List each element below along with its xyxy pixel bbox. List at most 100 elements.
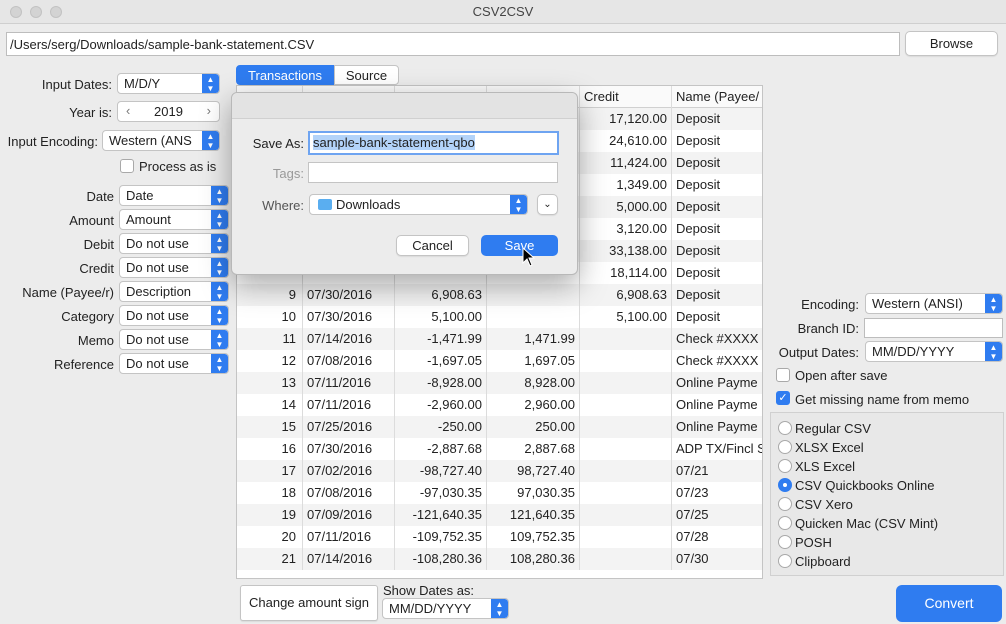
cell-debit[interactable]: 109,752.35 (487, 526, 580, 548)
format-radio[interactable] (778, 516, 792, 530)
cell-credit[interactable]: 3,120.00 (580, 218, 672, 240)
table-row[interactable]: 14 07/11/2016 -2,960.00 2,960.00 Online … (237, 394, 762, 416)
cell-index[interactable]: 12 (237, 350, 303, 372)
open-after-save-checkbox[interactable] (776, 368, 790, 382)
zoom-window-button[interactable] (50, 6, 62, 18)
table-row[interactable]: 19 07/09/2016 -121,640.35 121,640.35 07/… (237, 504, 762, 526)
input-dates-select[interactable]: M/D/Y ▲ ▼ (117, 73, 220, 94)
cell-name[interactable]: Deposit (672, 218, 762, 240)
cell-name[interactable]: Check #XXXX (672, 350, 762, 372)
cell-credit[interactable]: 11,424.00 (580, 152, 672, 174)
cell-debit[interactable]: 2,887.68 (487, 438, 580, 460)
cell-name[interactable]: ADP TX/Fincl S (672, 438, 762, 460)
cell-amount[interactable]: 6,908.63 (395, 284, 487, 306)
chevron-left-icon[interactable]: ‹ (126, 103, 130, 118)
convert-button[interactable]: Convert (896, 585, 1002, 622)
cell-credit[interactable] (580, 504, 672, 526)
save-as-input[interactable]: sample-bank-statement-qbo (308, 131, 559, 155)
mapping-select[interactable]: Do not use ▲ ▼ (119, 305, 229, 326)
cell-date[interactable]: 07/25/2016 (303, 416, 395, 438)
cell-name[interactable]: Deposit (672, 262, 762, 284)
table-row[interactable]: 11 07/14/2016 -1,471.99 1,471.99 Check #… (237, 328, 762, 350)
header-cell-name[interactable]: Name (Payee/ (672, 86, 762, 108)
cell-credit[interactable]: 5,100.00 (580, 306, 672, 328)
cell-name[interactable]: Online Payme (672, 372, 762, 394)
cell-date[interactable]: 07/11/2016 (303, 372, 395, 394)
table-row[interactable]: 20 07/11/2016 -109,752.35 109,752.35 07/… (237, 526, 762, 548)
table-row[interactable]: 9 07/30/2016 6,908.63 6,908.63 Deposit (237, 284, 762, 306)
cell-index[interactable]: 17 (237, 460, 303, 482)
cell-debit[interactable]: 1,697.05 (487, 350, 580, 372)
cell-credit[interactable] (580, 394, 672, 416)
output-dates-select[interactable]: MM/DD/YYYY ▲ ▼ (865, 341, 1003, 362)
cell-amount[interactable]: -97,030.35 (395, 482, 487, 504)
cell-name[interactable]: 07/23 (672, 482, 762, 504)
close-window-button[interactable] (10, 6, 22, 18)
cell-credit[interactable]: 18,114.00 (580, 262, 672, 284)
cell-amount[interactable]: 5,100.00 (395, 306, 487, 328)
cell-amount[interactable]: -109,752.35 (395, 526, 487, 548)
cell-date[interactable]: 07/08/2016 (303, 482, 395, 504)
output-encoding-select[interactable]: Western (ANSI) ▲ ▼ (865, 293, 1003, 314)
mapping-select[interactable]: Amount ▲ ▼ (119, 209, 229, 230)
cell-credit[interactable] (580, 372, 672, 394)
cell-name[interactable]: Deposit (672, 284, 762, 306)
table-row[interactable]: 18 07/08/2016 -97,030.35 97,030.35 07/23 (237, 482, 762, 504)
save-button[interactable]: Save (481, 235, 558, 256)
cell-credit[interactable] (580, 350, 672, 372)
mapping-select[interactable]: Do not use ▲ ▼ (119, 233, 229, 254)
mapping-select[interactable]: Do not use ▲ ▼ (119, 257, 229, 278)
cell-index[interactable]: 20 (237, 526, 303, 548)
cell-name[interactable]: Deposit (672, 174, 762, 196)
file-path-field[interactable]: /Users/serg/Downloads/sample-bank-statem… (6, 32, 900, 56)
change-amount-sign-button[interactable]: Change amount sign (240, 585, 378, 621)
cell-name[interactable]: 07/21 (672, 460, 762, 482)
cell-debit[interactable]: 108,280.36 (487, 548, 580, 570)
cell-date[interactable]: 07/30/2016 (303, 438, 395, 460)
cell-date[interactable]: 07/08/2016 (303, 350, 395, 372)
header-cell-credit[interactable]: Credit (580, 86, 672, 108)
expand-dialog-button[interactable]: ⌄ (537, 194, 558, 215)
cell-credit[interactable]: 5,000.00 (580, 196, 672, 218)
cell-date[interactable]: 07/02/2016 (303, 460, 395, 482)
cell-credit[interactable]: 6,908.63 (580, 284, 672, 306)
mapping-select[interactable]: Description ▲ ▼ (119, 281, 229, 302)
cell-credit[interactable]: 33,138.00 (580, 240, 672, 262)
tags-input[interactable] (308, 162, 558, 183)
cancel-button[interactable]: Cancel (396, 235, 469, 256)
cell-credit[interactable]: 24,610.00 (580, 130, 672, 152)
branch-id-input[interactable] (864, 318, 1003, 338)
cell-amount[interactable]: -250.00 (395, 416, 487, 438)
cell-debit[interactable]: 1,471.99 (487, 328, 580, 350)
format-radio[interactable] (778, 478, 792, 492)
table-row[interactable]: 17 07/02/2016 -98,727.40 98,727.40 07/21 (237, 460, 762, 482)
year-stepper[interactable]: ‹ 2019 › (117, 101, 220, 122)
tab-source[interactable]: Source (334, 65, 399, 85)
cell-debit[interactable] (487, 284, 580, 306)
cell-debit[interactable] (487, 306, 580, 328)
format-radio[interactable] (778, 459, 792, 473)
cell-amount[interactable]: -98,727.40 (395, 460, 487, 482)
cell-credit[interactable] (580, 548, 672, 570)
cell-name[interactable]: Deposit (672, 108, 762, 130)
process-as-is-checkbox[interactable] (120, 159, 134, 173)
cell-debit[interactable]: 97,030.35 (487, 482, 580, 504)
cell-date[interactable]: 07/14/2016 (303, 548, 395, 570)
input-encoding-select[interactable]: Western (ANS ▲ ▼ (102, 130, 220, 151)
table-row[interactable]: 15 07/25/2016 -250.00 250.00 Online Paym… (237, 416, 762, 438)
table-row[interactable]: 16 07/30/2016 -2,887.68 2,887.68 ADP TX/… (237, 438, 762, 460)
cell-name[interactable]: 07/30 (672, 548, 762, 570)
cell-index[interactable]: 13 (237, 372, 303, 394)
cell-name[interactable]: Deposit (672, 152, 762, 174)
cell-name[interactable]: Online Payme (672, 394, 762, 416)
cell-name[interactable]: 07/28 (672, 526, 762, 548)
get-missing-name-checkbox[interactable]: ✓ (776, 391, 790, 405)
cell-amount[interactable]: -108,280.36 (395, 548, 487, 570)
cell-debit[interactable]: 8,928.00 (487, 372, 580, 394)
cell-date[interactable]: 07/14/2016 (303, 328, 395, 350)
cell-name[interactable]: Deposit (672, 240, 762, 262)
cell-amount[interactable]: -1,471.99 (395, 328, 487, 350)
show-dates-select[interactable]: MM/DD/YYYY ▲ ▼ (382, 598, 509, 619)
cell-date[interactable]: 07/11/2016 (303, 526, 395, 548)
cell-index[interactable]: 16 (237, 438, 303, 460)
